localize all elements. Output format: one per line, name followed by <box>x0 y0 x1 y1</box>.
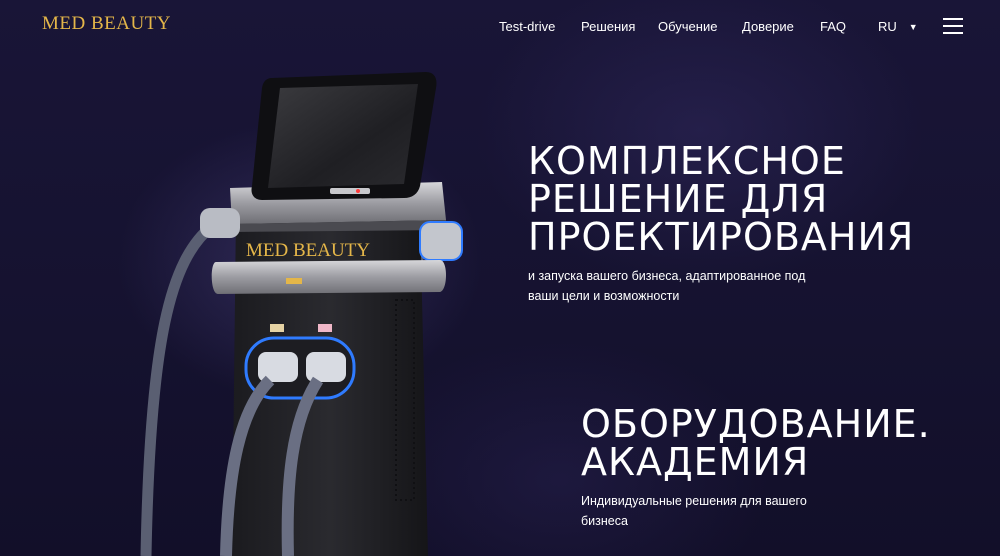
handpiece-left <box>258 352 298 382</box>
nav-training[interactable]: Обучение <box>658 19 717 34</box>
hero-subtitle: и запуска вашего бизнеса, адаптированное… <box>528 269 806 303</box>
handpiece-right <box>306 352 346 382</box>
device-brand-label: MED BEAUTY <box>246 240 370 261</box>
language-label: RU <box>878 19 897 34</box>
hamburger-menu-icon[interactable] <box>943 17 963 35</box>
holder-right <box>419 221 463 261</box>
hero-title-line: ПРОЕКТИРОВАНИЯ <box>528 215 915 259</box>
nav-solutions[interactable]: Решения <box>581 19 635 34</box>
top-header: MED BEAUTY Test-drive Решения Обучение Д… <box>0 0 1000 52</box>
section-title: ОБОРУДОВАНИЕ. АКАДЕМИЯ <box>581 405 931 481</box>
caret-down-icon: ▼ <box>908 22 918 32</box>
nav-faq[interactable]: FAQ <box>820 19 846 34</box>
device-screen <box>268 84 418 188</box>
nav-trust[interactable]: Доверие <box>742 19 794 34</box>
brand-logo[interactable]: MED BEAUTY <box>42 13 171 35</box>
hero-title-line: КОМПЛЕКСНОЕ <box>528 139 846 183</box>
section-title-line: ОБОРУДОВАНИЕ. <box>581 402 931 446</box>
hero-title: КОМПЛЕКСНОЕ РЕШЕНИЕ ДЛЯ ПРОЕКТИРОВАНИЯ <box>528 142 914 256</box>
device-metal-band <box>211 260 446 294</box>
nav-test-drive[interactable]: Test-drive <box>499 19 555 34</box>
hero-title-line: РЕШЕНИЕ ДЛЯ <box>528 177 829 221</box>
section-subtitle: Индивидуальные решения для вашего бизнес… <box>581 494 807 528</box>
cable-left-back <box>140 221 216 556</box>
holder-left <box>200 208 240 238</box>
section-title-line: АКАДЕМИЯ <box>581 440 810 484</box>
language-selector[interactable]: RU ▼ <box>878 19 918 34</box>
